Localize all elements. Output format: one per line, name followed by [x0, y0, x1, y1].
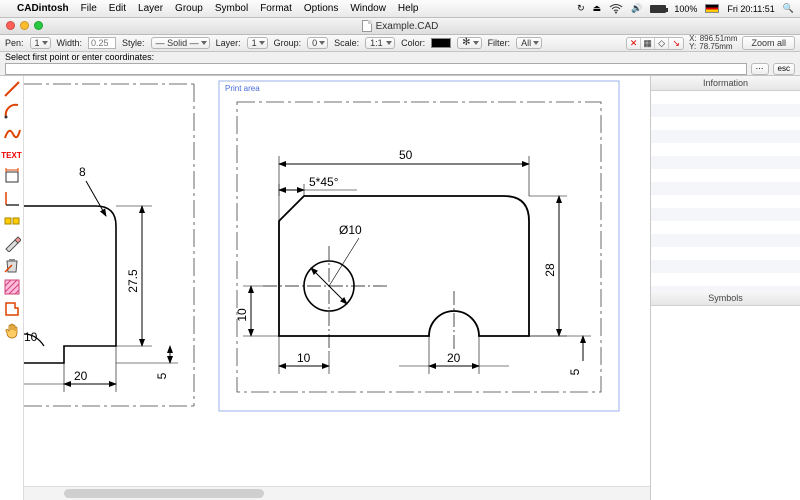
curve-tool[interactable]: [1, 122, 23, 144]
flag-icon[interactable]: [705, 4, 719, 13]
window-close-button[interactable]: [6, 21, 15, 30]
symbols-panel-header[interactable]: Symbols: [651, 291, 800, 306]
dim-10s: 10: [24, 330, 38, 344]
drawing-canvas[interactable]: 8 27.5 10 20 5: [24, 76, 650, 500]
spotlight-icon[interactable]: 🔍: [783, 3, 794, 14]
tool-palette: TEXT: [0, 76, 24, 500]
menu-symbol[interactable]: Symbol: [214, 3, 249, 14]
snap-toolbar: ✕ ▦ ◇ ↘: [626, 37, 684, 50]
info-panel-header[interactable]: Information: [651, 76, 800, 91]
color-label: Color:: [401, 38, 425, 48]
battery-pct: 100%: [674, 4, 697, 14]
scale-label: Scale:: [334, 38, 359, 48]
command-input[interactable]: [5, 63, 747, 75]
dim-5r: 5: [568, 368, 582, 375]
battery-icon[interactable]: [650, 5, 666, 13]
window-minimize-button[interactable]: [20, 21, 29, 30]
snap-vertex-button[interactable]: ◇: [655, 38, 669, 49]
horizontal-scrollbar[interactable]: [24, 486, 650, 500]
menu-options[interactable]: Options: [303, 3, 339, 14]
window-traffic-lights: [6, 21, 43, 30]
dim-50: 50: [399, 148, 413, 162]
snap-arrow-button[interactable]: ↘: [669, 38, 683, 49]
info-panel-body: [651, 91, 800, 291]
layer-label: Layer:: [216, 38, 241, 48]
pan-tool[interactable]: [1, 320, 23, 342]
snap-x-button[interactable]: ✕: [627, 38, 641, 49]
filter-select[interactable]: All: [516, 37, 542, 49]
menu-help[interactable]: Help: [397, 3, 420, 14]
symbol-tool[interactable]: [1, 210, 23, 232]
menu-format[interactable]: Format: [259, 3, 293, 14]
volume-icon[interactable]: 🔊: [631, 3, 642, 14]
color-swatch[interactable]: [431, 38, 451, 48]
pen-label: Pen:: [5, 38, 24, 48]
wifi-icon[interactable]: [609, 4, 623, 14]
sync-icon[interactable]: ↻: [577, 3, 585, 14]
dim-28: 28: [543, 263, 557, 277]
axis-tool[interactable]: [1, 188, 23, 210]
app-menu[interactable]: CADintosh: [16, 3, 70, 14]
window-title: Example.CAD: [376, 21, 439, 32]
style-label: Style:: [122, 38, 145, 48]
menu-layer[interactable]: Layer: [137, 3, 164, 14]
dimension-tool[interactable]: [1, 166, 23, 188]
width-label: Width:: [57, 38, 83, 48]
group-select[interactable]: 0: [307, 37, 328, 49]
style-select[interactable]: — Solid —: [151, 37, 210, 49]
coord-y-value: 78.75mm: [699, 43, 732, 51]
gear-menu[interactable]: ✻: [457, 37, 481, 49]
dim-20r: 20: [447, 351, 461, 365]
dim-20l: 20: [74, 369, 88, 383]
menubar-clock[interactable]: Fri 20:11:51: [727, 4, 774, 14]
window-titlebar[interactable]: Example.CAD: [0, 18, 800, 35]
group-label: Group:: [274, 38, 302, 48]
right-sidebar: Information Symbols: [650, 76, 800, 500]
pen-select[interactable]: 1: [30, 37, 51, 49]
eject-icon[interactable]: ⏏: [593, 3, 602, 14]
menu-edit[interactable]: Edit: [108, 3, 127, 14]
shape-tool[interactable]: [1, 298, 23, 320]
scale-select[interactable]: 1:1: [365, 37, 395, 49]
dim-5x45: 5*45°: [309, 175, 339, 189]
trash-tool[interactable]: [1, 254, 23, 276]
coordinate-readout: X:896.51mm Y:78.75mm: [689, 35, 737, 51]
menu-group[interactable]: Group: [174, 3, 204, 14]
symbols-panel-body: [651, 306, 800, 500]
window-zoom-button[interactable]: [34, 21, 43, 30]
options-bar: Pen: 1 Width: 0.25 Style: — Solid — Laye…: [0, 35, 800, 52]
zoom-all-button[interactable]: Zoom all: [742, 36, 795, 50]
menu-file[interactable]: File: [80, 3, 98, 14]
menu-window[interactable]: Window: [349, 3, 387, 14]
dim-5l: 5: [155, 372, 169, 379]
command-confirm-button[interactable]: ⋯: [751, 63, 769, 75]
hatch-tool[interactable]: [1, 276, 23, 298]
dim-10v: 10: [235, 308, 249, 322]
snap-grid-button[interactable]: ▦: [641, 38, 655, 49]
dim-8: 8: [79, 165, 86, 179]
dim-27-5: 27.5: [126, 269, 140, 293]
width-field[interactable]: 0.25: [88, 37, 116, 49]
dim-dia10: Ø10: [339, 223, 362, 237]
dim-10h: 10: [297, 351, 311, 365]
text-tool[interactable]: TEXT: [1, 144, 23, 166]
arc-tool[interactable]: [1, 100, 23, 122]
command-esc-button[interactable]: esc: [773, 63, 795, 75]
document-proxy-icon[interactable]: [362, 20, 372, 32]
edit-tool[interactable]: [1, 232, 23, 254]
mac-menubar: CADintosh File Edit Layer Group Symbol F…: [0, 0, 800, 18]
horizontal-scrollbar-thumb[interactable]: [64, 489, 264, 498]
layer-select[interactable]: 1: [247, 37, 268, 49]
line-tool[interactable]: [1, 78, 23, 100]
filter-label: Filter:: [488, 38, 511, 48]
command-prompt-bar: Select first point or enter coordinates:…: [0, 52, 800, 76]
print-area-label: Print area: [225, 84, 260, 93]
command-prompt-text: Select first point or enter coordinates:: [5, 52, 795, 62]
